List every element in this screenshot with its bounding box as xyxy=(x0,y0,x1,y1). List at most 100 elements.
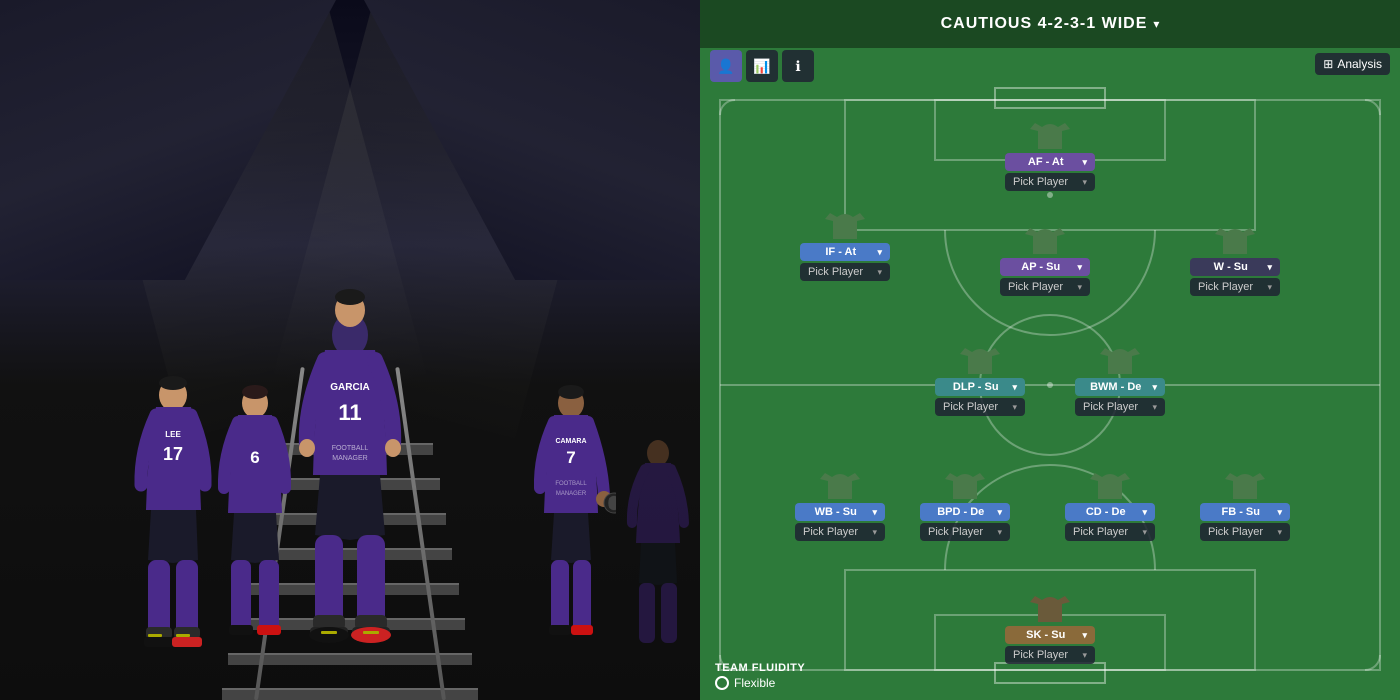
rdm-shirt xyxy=(1100,340,1140,376)
svg-text:LEE: LEE xyxy=(165,430,181,439)
position-lcb: BPD - De ▾ Pick Player ▾ xyxy=(920,465,1010,541)
ldm-role-badge[interactable]: DLP - Su ▾ xyxy=(935,378,1025,396)
ldm-pick-player[interactable]: Pick Player ▾ xyxy=(935,398,1025,416)
rdm-pick-player[interactable]: Pick Player ▾ xyxy=(1075,398,1165,416)
squad-icon-btn[interactable]: 👤 xyxy=(710,50,742,82)
position-rdm: BWM - De ▾ Pick Player ▾ xyxy=(1075,340,1165,416)
cam-pick-player[interactable]: Pick Player ▾ xyxy=(1000,278,1090,296)
cam-dropdown-arrow: ▾ xyxy=(1077,262,1082,273)
gk-pick-label: Pick Player xyxy=(1013,649,1068,661)
rm-role-badge[interactable]: W - Su ▾ xyxy=(1190,258,1280,276)
player-bg-right xyxy=(623,415,693,700)
rb-role-badge[interactable]: FB - Su ▾ xyxy=(1200,503,1290,521)
ldm-pick-arrow: ▾ xyxy=(1012,402,1017,413)
svg-text:MANAGER: MANAGER xyxy=(332,455,367,462)
lm-pick-player[interactable]: Pick Player ▾ xyxy=(800,263,890,281)
svg-text:17: 17 xyxy=(163,444,183,464)
analysis-grid-icon: ⊞ xyxy=(1323,57,1333,71)
lm-pick-arrow: ▾ xyxy=(877,267,882,278)
player-garcia: 11 GARCIA FOOTBALL MANAGER xyxy=(285,275,415,700)
team-fluidity: TEAM FLUIDITY Flexible xyxy=(715,662,805,690)
ldm-pick-label: Pick Player xyxy=(943,401,998,413)
position-lb: WB - Su ▾ Pick Player ▾ xyxy=(795,465,885,541)
rdm-role-text: BWM - De xyxy=(1083,381,1148,393)
st-role-badge[interactable]: AF - At ▾ xyxy=(1005,153,1095,171)
lb-role-badge[interactable]: WB - Su ▾ xyxy=(795,503,885,521)
lcb-role-badge[interactable]: BPD - De ▾ xyxy=(920,503,1010,521)
ldm-shirt xyxy=(960,340,1000,376)
gk-role-badge[interactable]: SK - Su ▾ xyxy=(1005,626,1095,644)
rdm-role-badge[interactable]: BWM - De ▾ xyxy=(1075,378,1165,396)
analysis-btn[interactable]: ⊞ Analysis xyxy=(1315,53,1390,75)
team-fluidity-value: Flexible xyxy=(715,676,805,690)
st-pick-player[interactable]: Pick Player ▾ xyxy=(1005,173,1095,191)
lm-dropdown-arrow: ▾ xyxy=(877,247,882,258)
rb-pick-player[interactable]: Pick Player ▾ xyxy=(1200,523,1290,541)
st-dropdown-arrow: ▾ xyxy=(1082,157,1087,168)
rb-dropdown-arrow: ▾ xyxy=(1277,507,1282,518)
rm-dropdown-arrow: ▾ xyxy=(1267,262,1272,273)
rcb-pick-label: Pick Player xyxy=(1073,526,1128,538)
st-pick-label: Pick Player xyxy=(1013,176,1068,188)
lcb-pick-arrow: ▾ xyxy=(997,527,1002,538)
rm-shirt xyxy=(1215,220,1255,256)
gk-pick-arrow: ▾ xyxy=(1082,650,1087,661)
position-lm: IF - At ▾ Pick Player ▾ xyxy=(800,205,890,281)
lb-pick-arrow: ▾ xyxy=(872,527,877,538)
rm-pick-arrow: ▾ xyxy=(1267,282,1272,293)
cam-role-text: AP - Su xyxy=(1008,261,1073,273)
rb-pick-arrow: ▾ xyxy=(1277,527,1282,538)
team-fluidity-text: Flexible xyxy=(734,676,775,690)
player-lee: 17 LEE xyxy=(126,345,221,700)
lb-pick-player[interactable]: Pick Player ▾ xyxy=(795,523,885,541)
rcb-pick-arrow: ▾ xyxy=(1142,527,1147,538)
lcb-pick-label: Pick Player xyxy=(928,526,983,538)
rcb-dropdown-arrow: ▾ xyxy=(1142,507,1147,518)
top-icons-group: 👤 📊 ℹ xyxy=(710,50,814,82)
rb-pick-label: Pick Player xyxy=(1208,526,1263,538)
formation-dropdown-arrow[interactable]: ▾ xyxy=(1153,17,1159,31)
rcb-pick-player[interactable]: Pick Player ▾ xyxy=(1065,523,1155,541)
lb-pick-label: Pick Player xyxy=(803,526,858,538)
svg-text:FOOTBALL: FOOTBALL xyxy=(332,445,369,452)
rcb-role-badge[interactable]: CD - De ▾ xyxy=(1065,503,1155,521)
rm-pick-label: Pick Player xyxy=(1198,281,1253,293)
lm-shirt xyxy=(825,205,865,241)
lcb-shirt xyxy=(945,465,985,501)
rdm-dropdown-arrow: ▾ xyxy=(1152,382,1157,393)
fluidity-circle-icon xyxy=(715,676,729,690)
position-ldm: DLP - Su ▾ Pick Player ▾ xyxy=(935,340,1025,416)
position-rb: FB - Su ▾ Pick Player ▾ xyxy=(1200,465,1290,541)
rb-role-text: FB - Su xyxy=(1208,506,1273,518)
rb-shirt xyxy=(1225,465,1265,501)
svg-text:11: 11 xyxy=(338,400,361,425)
info-icon-btn[interactable]: ℹ xyxy=(782,50,814,82)
lb-shirt xyxy=(820,465,860,501)
gk-shirt xyxy=(1030,588,1070,624)
st-role-text: AF - At xyxy=(1013,156,1078,168)
lm-role-badge[interactable]: IF - At ▾ xyxy=(800,243,890,261)
st-pick-arrow: ▾ xyxy=(1082,177,1087,188)
stats-icon-btn[interactable]: 📊 xyxy=(746,50,778,82)
svg-text:7: 7 xyxy=(566,448,575,467)
team-fluidity-label: TEAM FLUIDITY xyxy=(715,662,805,674)
position-rm: W - Su ▾ Pick Player ▾ xyxy=(1190,220,1280,296)
position-cam: AP - Su ▾ Pick Player ▾ xyxy=(1000,220,1090,296)
lb-dropdown-arrow: ▾ xyxy=(872,507,877,518)
formation-title: CAUTIOUS 4-2-3-1 WIDE xyxy=(941,15,1148,33)
rcb-shirt xyxy=(1090,465,1130,501)
player-camara: 7 CAMARA FOOTBALL MANAGER xyxy=(526,355,616,700)
gk-role-text: SK - Su xyxy=(1013,629,1078,641)
rm-pick-player[interactable]: Pick Player ▾ xyxy=(1190,278,1280,296)
position-st: AF - At ▾ Pick Player ▾ xyxy=(1005,115,1095,191)
cam-role-badge[interactable]: AP - Su ▾ xyxy=(1000,258,1090,276)
left-panel: 11 GARCIA FOOTBALL MANAGER xyxy=(0,0,700,700)
gk-dropdown-arrow: ▾ xyxy=(1082,630,1087,641)
ldm-dropdown-arrow: ▾ xyxy=(1012,382,1017,393)
lm-role-text: IF - At xyxy=(808,246,873,258)
gk-pick-player[interactable]: Pick Player ▾ xyxy=(1005,646,1095,664)
formation-header: CAUTIOUS 4-2-3-1 WIDE ▾ xyxy=(700,0,1400,48)
position-gk: SK - Su ▾ Pick Player ▾ xyxy=(1005,588,1095,664)
lcb-pick-player[interactable]: Pick Player ▾ xyxy=(920,523,1010,541)
cam-pick-arrow: ▾ xyxy=(1077,282,1082,293)
